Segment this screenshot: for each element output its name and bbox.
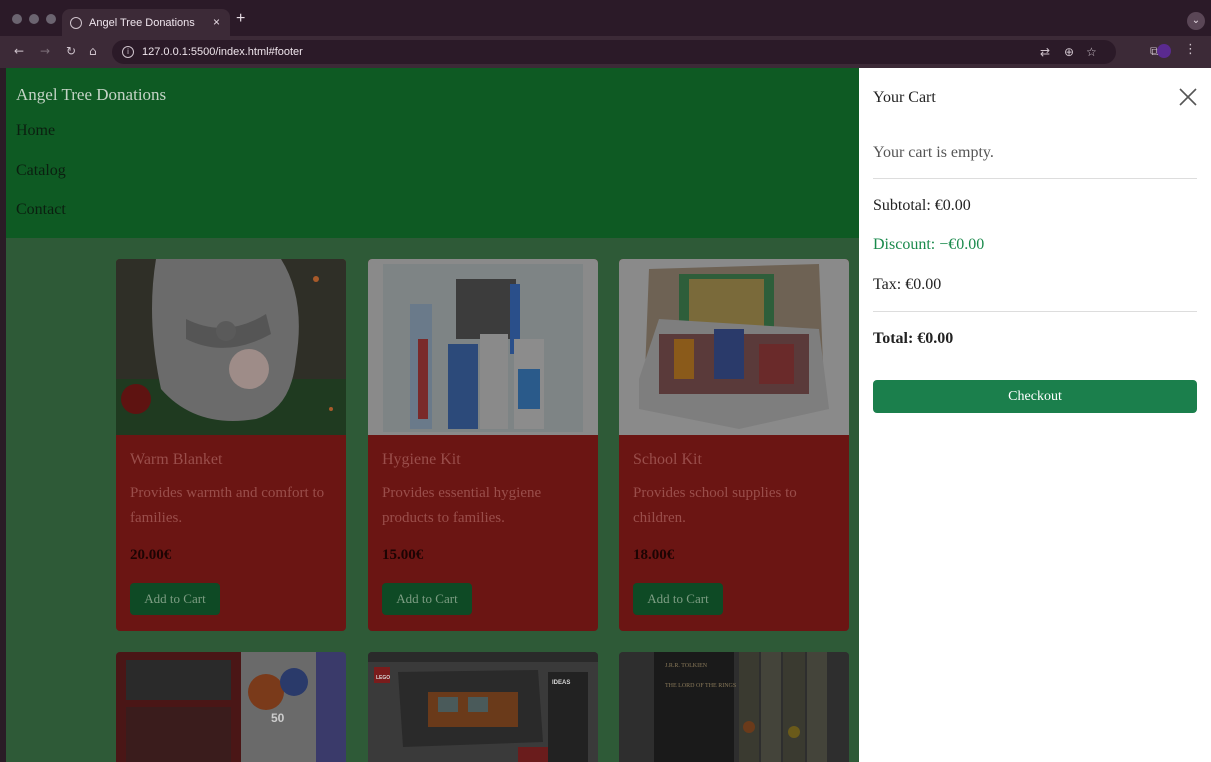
address-bar[interactable]: i 127.0.0.1:5500/index.html#footer ⇄ ⊕ ☆ [112, 40, 1116, 64]
maximize-window-button[interactable] [46, 14, 56, 24]
svg-text:50: 50 [271, 711, 285, 725]
nav-contact[interactable]: Contact [16, 201, 66, 219]
product-title: School Kit [633, 451, 702, 468]
cart-subtotal: Subtotal: €0.00 [873, 197, 971, 214]
product-description: Provides warmth and comfort to families. [130, 485, 325, 526]
page-content: Angel Tree Donations Home Catalog Contac… [6, 68, 859, 762]
add-to-cart-button[interactable]: Add to Cart [633, 583, 723, 615]
profile-avatar[interactable] [1157, 44, 1171, 58]
browser-toolbar: ← → ↻ ⌂ i 127.0.0.1:5500/index.html#foot… [0, 36, 1211, 68]
product-card: LEGO IDEAS [368, 652, 598, 762]
site-header: Angel Tree Donations Home Catalog Contac… [6, 68, 859, 238]
cart-discount: Discount: −€0.00 [873, 236, 985, 253]
nav-catalog[interactable]: Catalog [16, 162, 66, 180]
close-tab-icon[interactable]: × [213, 15, 220, 29]
browser-tab-bar: Angel Tree Donations × + ⌄ [0, 0, 1211, 36]
checkout-button[interactable]: Checkout [873, 380, 1197, 413]
site-info-icon[interactable]: i [122, 46, 134, 58]
nav-home[interactable]: Home [16, 122, 55, 140]
art-set-image: 50 [116, 652, 346, 762]
cart-total: Total: €0.00 [873, 330, 954, 347]
translate-icon[interactable]: ⇄ [1040, 45, 1050, 59]
product-card: Hygiene Kit Provides essential hygiene p… [368, 259, 598, 631]
tab-search-button[interactable]: ⌄ [1187, 12, 1205, 30]
forward-icon[interactable]: → [40, 44, 50, 58]
tab-title: Angel Tree Donations [89, 16, 195, 29]
product-title: Hygiene Kit [382, 451, 461, 468]
browser-menu-icon[interactable]: ⋮ [1184, 42, 1197, 57]
add-to-cart-button[interactable]: Add to Cart [382, 583, 472, 615]
product-price: 18.00€ [633, 547, 675, 563]
product-card: J.R.R. TOLKIEN THE LORD OF THE RINGS [619, 652, 849, 762]
cart-empty-message: Your cart is empty. [873, 144, 994, 161]
svg-text:LEGO: LEGO [376, 675, 390, 681]
product-title: Warm Blanket [130, 451, 223, 468]
globe-icon [70, 16, 82, 29]
product-price: 15.00€ [382, 547, 424, 563]
reload-icon[interactable]: ↻ [66, 44, 76, 58]
back-icon[interactable]: ← [14, 44, 24, 58]
site-brand[interactable]: Angel Tree Donations [16, 85, 166, 105]
cart-panel: Your Cart Your cart is empty. Subtotal: … [859, 68, 1211, 762]
divider [873, 178, 1197, 179]
lord-of-the-rings-image: J.R.R. TOLKIEN THE LORD OF THE RINGS [619, 652, 849, 762]
school-kit-image [619, 259, 849, 435]
cart-title: Your Cart [873, 89, 936, 106]
close-icon[interactable] [1178, 87, 1198, 107]
product-description: Provides essential hygiene products to f… [382, 485, 542, 526]
product-card: Warm Blanket Provides warmth and comfort… [116, 259, 346, 631]
product-card: School Kit Provides school supplies to c… [619, 259, 849, 631]
svg-text:IDEAS: IDEAS [552, 680, 570, 686]
product-price: 20.00€ [130, 547, 172, 563]
lego-house-image: LEGO IDEAS [368, 652, 598, 762]
url-text: 127.0.0.1:5500/index.html#footer [142, 46, 303, 58]
close-window-button[interactable] [12, 14, 22, 24]
divider [873, 311, 1197, 312]
zoom-icon[interactable]: ⊕ [1064, 45, 1074, 59]
home-icon[interactable]: ⌂ [89, 44, 97, 58]
cart-tax: Tax: €0.00 [873, 276, 942, 293]
svg-text:THE LORD OF THE RINGS: THE LORD OF THE RINGS [665, 683, 736, 689]
bookmark-star-icon[interactable]: ☆ [1086, 45, 1097, 59]
warm-blanket-image [116, 259, 346, 435]
minimize-window-button[interactable] [29, 14, 39, 24]
hygiene-kit-image [368, 259, 598, 435]
add-to-cart-button[interactable]: Add to Cart [130, 583, 220, 615]
svg-text:J.R.R. TOLKIEN: J.R.R. TOLKIEN [665, 663, 708, 669]
product-description: Provides school supplies to children. [633, 485, 797, 526]
browser-tab[interactable]: Angel Tree Donations × [62, 9, 230, 36]
product-card: 50 [116, 652, 346, 762]
new-tab-button[interactable]: + [236, 10, 245, 28]
